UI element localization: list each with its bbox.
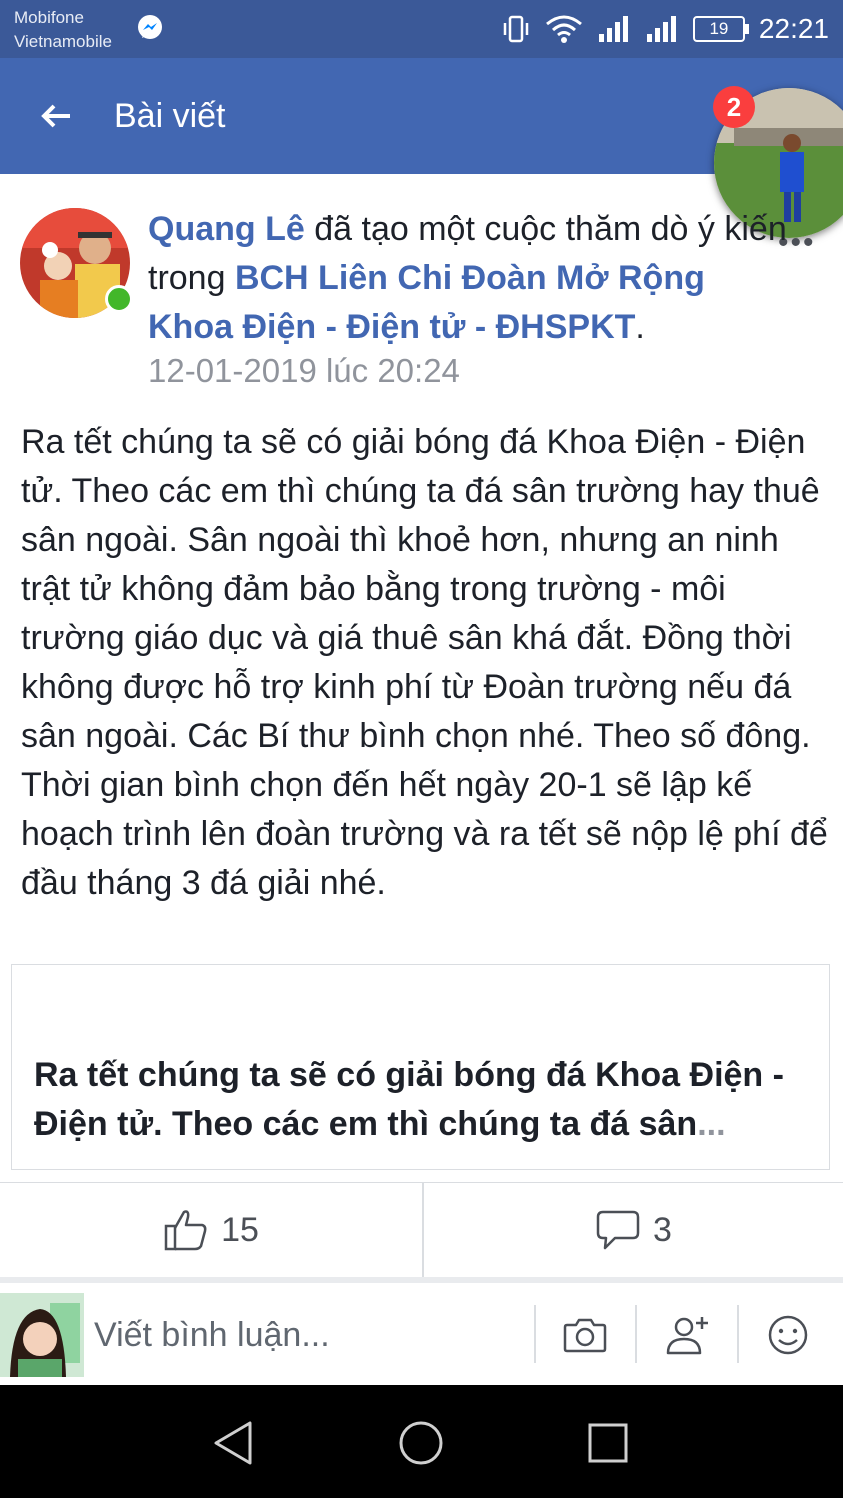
- comment-button[interactable]: 3: [424, 1183, 843, 1277]
- camera-icon[interactable]: [561, 1311, 609, 1359]
- carrier-info: Mobifone Vietnamobile: [14, 6, 112, 54]
- current-user-avatar: [0, 1293, 84, 1377]
- nav-recents-icon[interactable]: [582, 1417, 634, 1469]
- comment-bubble-icon: [596, 1210, 640, 1250]
- status-bar: Mobifone Vietnamobile 19 22:21: [0, 0, 843, 58]
- tag-friend-icon[interactable]: [662, 1311, 710, 1359]
- comment-composer: [0, 1283, 843, 1385]
- signal-icon-2: [646, 16, 676, 42]
- comment-input[interactable]: [94, 1313, 524, 1357]
- composer-divider: [635, 1305, 637, 1363]
- header-period: .: [635, 308, 645, 346]
- back-arrow-icon[interactable]: [38, 94, 74, 138]
- carrier-1: Mobifone: [14, 8, 84, 27]
- page-title: Bài viết: [114, 97, 226, 135]
- poll-card[interactable]: Ra tết chúng ta sẽ có giải bóng đá Khoa …: [11, 964, 830, 1170]
- nav-home-icon[interactable]: [395, 1417, 447, 1469]
- like-count: 15: [221, 1210, 259, 1249]
- composer-divider: [534, 1305, 536, 1363]
- reaction-bar: 15 3: [0, 1183, 843, 1277]
- author-name-link[interactable]: Quang Lê: [148, 210, 305, 248]
- carrier-2: Vietnamobile: [14, 32, 112, 51]
- composer-divider: [737, 1305, 739, 1363]
- poll-card-text: Ra tết chúng ta sẽ có giải bóng đá Khoa …: [34, 1056, 784, 1143]
- thumbs-up-icon: [164, 1210, 207, 1251]
- clock: 22:21: [758, 13, 829, 44]
- system-nav-bar: [0, 1385, 843, 1498]
- wifi-icon: [545, 15, 582, 43]
- signal-icon-1: [598, 16, 628, 42]
- online-status-dot: [105, 285, 133, 313]
- poll-card-ellipsis: ...: [697, 1105, 726, 1143]
- post-header: Quang Lê đã tạo một cuộc thăm dò ý kiến …: [148, 205, 788, 352]
- nav-back-icon[interactable]: [208, 1417, 260, 1469]
- vibrate-icon: [503, 15, 529, 43]
- like-button[interactable]: 15: [0, 1183, 422, 1277]
- comment-count: 3: [653, 1210, 672, 1249]
- post-timestamp[interactable]: 12-01-2019 lúc 20:24: [148, 352, 460, 390]
- notification-badge: 2: [713, 86, 755, 128]
- battery-icon: 19: [692, 16, 749, 42]
- messenger-icon: [138, 15, 162, 39]
- post-body: Ra tết chúng ta sẽ có giải bóng đá Khoa …: [21, 423, 828, 902]
- emoji-icon[interactable]: [764, 1311, 812, 1359]
- poll-card-title: Ra tết chúng ta sẽ có giải bóng đá Khoa …: [34, 1051, 814, 1149]
